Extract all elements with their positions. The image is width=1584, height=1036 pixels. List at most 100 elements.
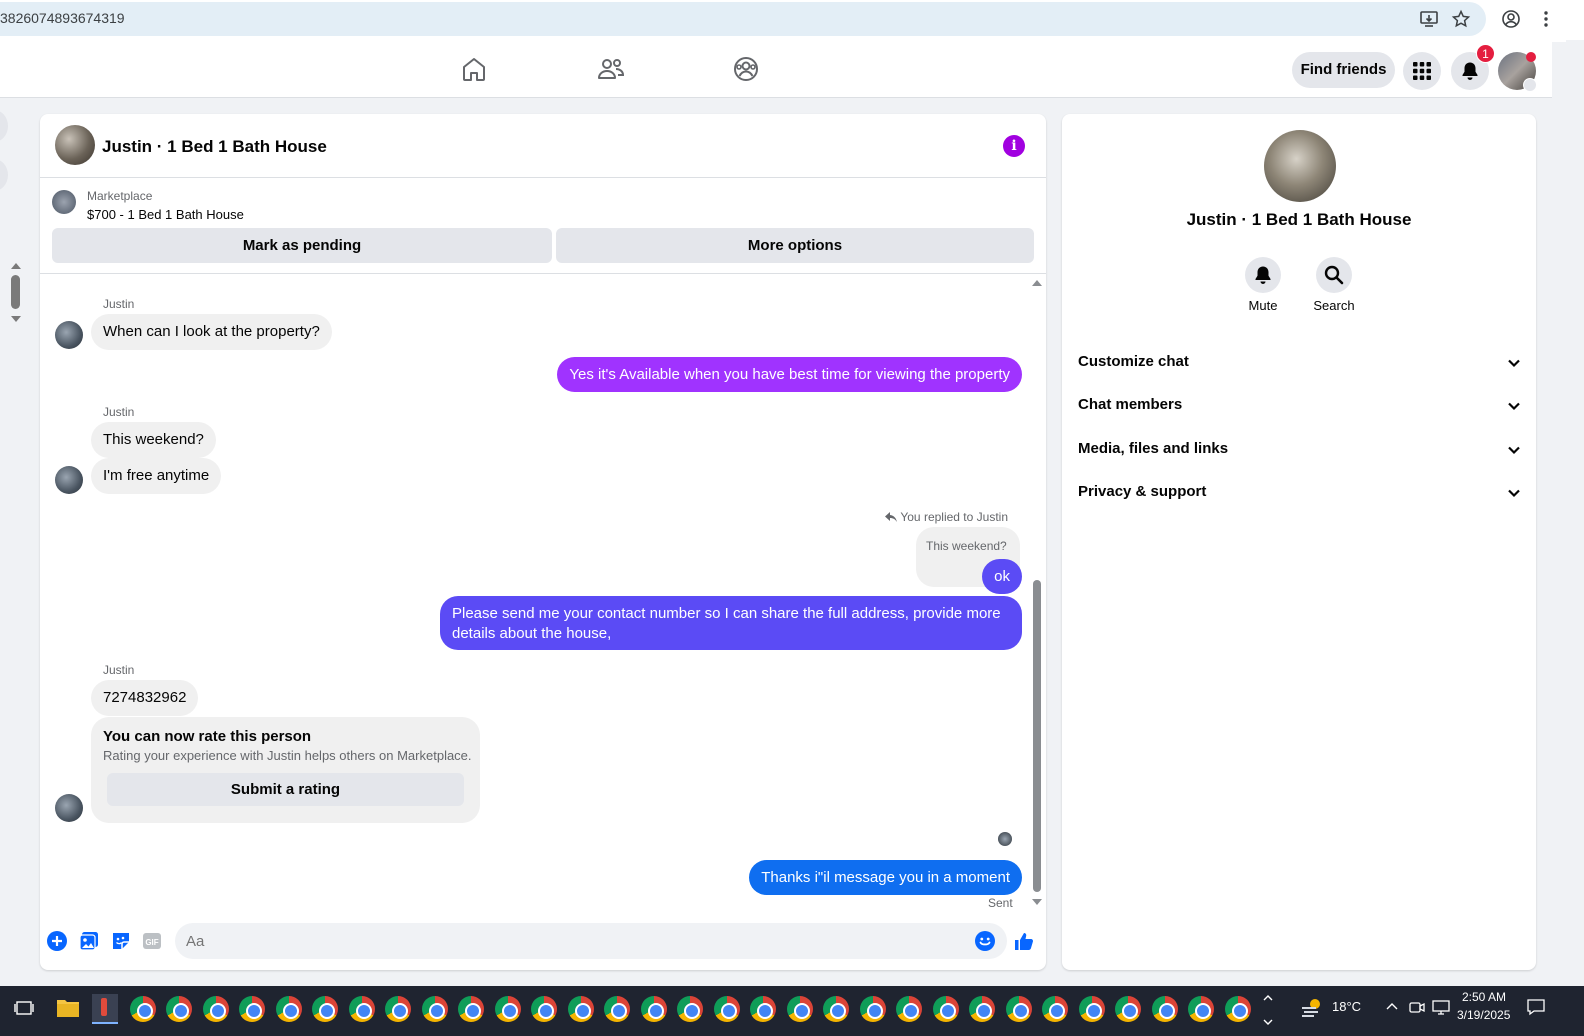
- file-explorer-icon[interactable]: [56, 997, 80, 1019]
- sticker-icon[interactable]: [111, 931, 131, 951]
- chrome-icon[interactable]: [969, 996, 995, 1022]
- chrome-icon[interactable]: [385, 996, 411, 1022]
- message-input[interactable]: [186, 923, 966, 959]
- sender-avatar[interactable]: [55, 794, 83, 822]
- menu-grid-button[interactable]: [1403, 52, 1441, 90]
- install-app-icon[interactable]: [1419, 9, 1439, 29]
- chat-profile-avatar[interactable]: [1264, 130, 1336, 202]
- url-text[interactable]: 3826074893674319: [0, 10, 125, 26]
- chrome-icon[interactable]: [933, 996, 959, 1022]
- task-view-icon[interactable]: [14, 998, 34, 1018]
- clock-time[interactable]: 2:50 AM: [1462, 990, 1506, 1004]
- clock-date[interactable]: 3/19/2025: [1457, 1008, 1510, 1022]
- info-icon[interactable]: i: [1003, 135, 1025, 157]
- chrome-icon[interactable]: [714, 996, 740, 1022]
- message-input-wrapper[interactable]: [175, 923, 1007, 959]
- chrome-icon[interactable]: [239, 996, 265, 1022]
- chrome-icon[interactable]: [1006, 996, 1032, 1022]
- svg-text:GIF: GIF: [145, 938, 158, 947]
- seen-by-avatar: [998, 832, 1012, 846]
- chat-scroll-down-icon[interactable]: [1032, 899, 1042, 905]
- outgoing-message[interactable]: Thanks i"il message you in a moment: [749, 860, 1022, 895]
- chrome-icon[interactable]: [349, 996, 375, 1022]
- chrome-icon[interactable]: [1152, 996, 1178, 1022]
- friends-icon[interactable]: [596, 54, 626, 84]
- scroll-up-arrow-icon[interactable]: [11, 263, 21, 269]
- chrome-icon[interactable]: [495, 996, 521, 1022]
- privacy-support-section[interactable]: Privacy & support: [1078, 471, 1522, 511]
- chrome-icon[interactable]: [568, 996, 594, 1022]
- chat-info-title[interactable]: Justin · 1 Bed 1 Bath House: [1062, 210, 1536, 230]
- chrome-icon[interactable]: [677, 996, 703, 1022]
- chevron-up-icon[interactable]: [1385, 1000, 1399, 1014]
- chrome-icon[interactable]: [860, 996, 886, 1022]
- chat-title[interactable]: Justin · 1 Bed 1 Bath House: [102, 137, 327, 157]
- mute-button[interactable]: [1245, 257, 1281, 293]
- submit-rating-button[interactable]: Submit a rating: [107, 773, 464, 806]
- taskbar-scroll-icon[interactable]: [1262, 990, 1274, 1030]
- chrome-icon[interactable]: [166, 996, 192, 1022]
- weather-icon[interactable]: [1300, 996, 1324, 1020]
- plus-icon[interactable]: [47, 931, 67, 951]
- left-scrollbar-thumb[interactable]: [11, 275, 20, 309]
- network-icon[interactable]: [1432, 998, 1450, 1016]
- chrome-icon[interactable]: [750, 996, 776, 1022]
- profile-icon[interactable]: [1501, 9, 1521, 29]
- bookmark-star-icon[interactable]: [1451, 9, 1471, 29]
- chrome-icon[interactable]: [1115, 996, 1141, 1022]
- outgoing-message[interactable]: ok: [982, 559, 1022, 594]
- photo-icon[interactable]: [79, 931, 99, 951]
- incoming-message[interactable]: 7274832962: [91, 680, 199, 716]
- account-chevron-icon[interactable]: [1523, 78, 1537, 92]
- notification-center-icon[interactable]: [1526, 997, 1546, 1017]
- chrome-icon[interactable]: [203, 996, 229, 1022]
- rating-card: You can now rate this person Rating your…: [91, 717, 480, 823]
- chrome-icon[interactable]: [787, 996, 813, 1022]
- chrome-icon[interactable]: [458, 996, 484, 1022]
- page-scrollbar[interactable]: [1552, 42, 1566, 986]
- chat-scrollbar-thumb[interactable]: [1033, 580, 1041, 892]
- groups-icon[interactable]: [731, 54, 761, 84]
- meet-now-icon[interactable]: [1408, 998, 1426, 1016]
- gif-icon[interactable]: GIF: [142, 931, 162, 951]
- home-icon[interactable]: [459, 54, 489, 84]
- outgoing-message[interactable]: Yes it's Available when you have best ti…: [557, 357, 1022, 392]
- temperature-text[interactable]: 18°C: [1332, 999, 1361, 1014]
- chrome-icon[interactable]: [641, 996, 667, 1022]
- sender-avatar[interactable]: [55, 466, 83, 494]
- customize-chat-section[interactable]: Customize chat: [1078, 341, 1522, 381]
- chrome-icon[interactable]: [1225, 996, 1251, 1022]
- outgoing-message[interactable]: Please send me your contact number so I …: [440, 596, 1022, 650]
- chat-avatar[interactable]: [55, 125, 95, 165]
- listing-thumbnail[interactable]: [52, 190, 76, 214]
- chat-members-section[interactable]: Chat members: [1078, 384, 1522, 424]
- chrome-icon[interactable]: [1042, 996, 1068, 1022]
- search-button[interactable]: [1316, 257, 1352, 293]
- sender-avatar[interactable]: [55, 321, 83, 349]
- chrome-icon[interactable]: [312, 996, 338, 1022]
- emoji-icon[interactable]: [975, 931, 995, 951]
- chrome-icon[interactable]: [823, 996, 849, 1022]
- active-app-icon[interactable]: [92, 994, 118, 1024]
- chrome-icon[interactable]: [130, 996, 156, 1022]
- scroll-down-arrow-icon[interactable]: [11, 316, 21, 322]
- chrome-icon[interactable]: [531, 996, 557, 1022]
- thumbs-up-icon[interactable]: [1014, 931, 1034, 951]
- mark-as-pending-button[interactable]: Mark as pending: [52, 228, 552, 263]
- chrome-icon[interactable]: [422, 996, 448, 1022]
- find-friends-button[interactable]: Find friends: [1292, 52, 1395, 88]
- incoming-message[interactable]: When can I look at the property?: [91, 314, 332, 350]
- chrome-icon[interactable]: [1188, 996, 1214, 1022]
- incoming-message[interactable]: This weekend?: [91, 422, 216, 458]
- chrome-icon[interactable]: [1079, 996, 1105, 1022]
- more-options-button[interactable]: More options: [556, 228, 1034, 263]
- chat-scroll-up-icon[interactable]: [1032, 280, 1042, 286]
- chrome-icon[interactable]: [604, 996, 630, 1022]
- address-bar[interactable]: [0, 2, 1486, 36]
- listing-title[interactable]: $700 - 1 Bed 1 Bath House: [87, 207, 244, 222]
- chrome-icon[interactable]: [896, 996, 922, 1022]
- browser-menu-icon[interactable]: [1536, 9, 1556, 29]
- chrome-icon[interactable]: [276, 996, 302, 1022]
- media-files-links-section[interactable]: Media, files and links: [1078, 428, 1522, 468]
- incoming-message[interactable]: I'm free anytime: [91, 458, 222, 494]
